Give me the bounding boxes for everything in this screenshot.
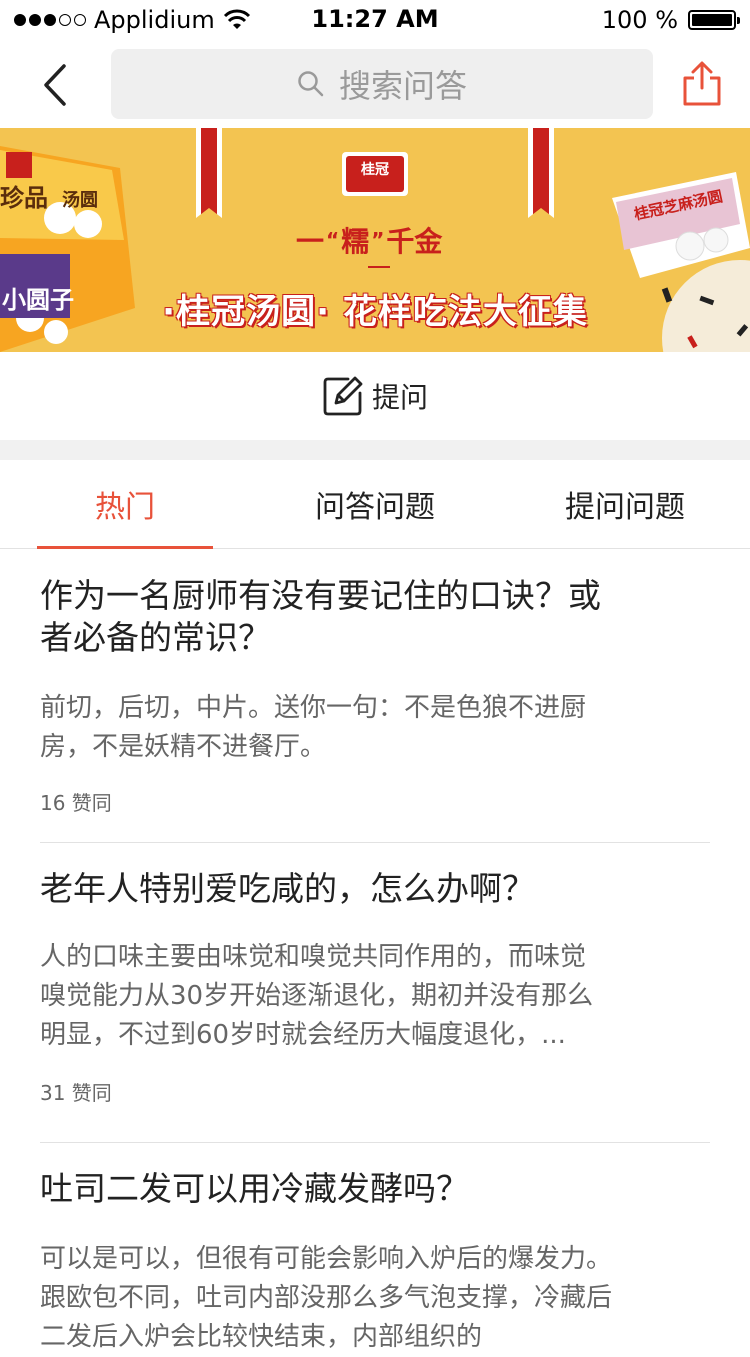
edit-icon xyxy=(323,376,363,416)
left-package-text-3: 小圆子 xyxy=(2,286,74,314)
like-count: 16 赞同 xyxy=(40,791,112,815)
brand-logo-text: 桂冠 xyxy=(361,162,389,178)
tab-asked-questions[interactable]: 提问问题 xyxy=(537,460,713,548)
slogan-prefix: 一 xyxy=(296,225,325,258)
promo-banner[interactable]: 桂冠 一 “ 糯 ” 千金 ·桂冠汤圆· 花样吃法大征集 珍品 汤圆 小圆子 桂… xyxy=(0,128,750,352)
answer-excerpt: 前切，后切，中片。送你一句：不是色狼不进厨 房，不是妖精不进餐厅。 xyxy=(40,693,587,762)
question-title: 吐司二发可以用冷藏发酵吗？ xyxy=(40,1169,469,1208)
answer-excerpt: 人的口味主要由味觉和嗅觉共同作用的，而味觉 嗅觉能力从30岁开始逐渐退化，期初并… xyxy=(40,942,594,1050)
chevron-left-icon[interactable] xyxy=(30,60,80,110)
list-item[interactable]: 老年人特别爱吃咸的，怎么办啊？ 人的口味主要由味觉和嗅觉共同作用的，而味觉 嗅觉… xyxy=(40,868,710,1106)
answer-excerpt: 可以是可以，但很有可能会影响入炉后的爆发力。 跟欧包不同，吐司内部没那么多气泡支… xyxy=(40,1244,613,1352)
divider xyxy=(40,1142,710,1143)
like-count: 31 赞同 xyxy=(40,1081,112,1105)
tab-hot[interactable]: 热门 xyxy=(37,460,213,548)
battery-icon xyxy=(688,10,740,30)
slogan-suffix: 千金 xyxy=(386,225,443,258)
search-input[interactable]: 搜索问答 xyxy=(111,49,653,119)
left-package-text-2: 汤圆 xyxy=(62,190,98,211)
ask-label: 提问 xyxy=(371,381,428,414)
divider xyxy=(40,842,710,843)
slogan-underline xyxy=(368,266,390,268)
banner-headline: ·桂冠汤圆· 花样吃法大征集 xyxy=(162,292,588,332)
status-right: 100 % xyxy=(601,6,740,34)
slogan-quote: 糯 xyxy=(341,225,370,258)
section-gap xyxy=(0,440,750,460)
tab-answered-questions[interactable]: 问答问题 xyxy=(287,460,463,548)
tab-active-indicator xyxy=(37,546,213,549)
ask-question-button[interactable]: 提问 xyxy=(0,352,750,440)
question-title: 老年人特别爱吃咸的，怎么办啊？ xyxy=(40,869,535,908)
decorative-plate xyxy=(661,260,750,352)
share-icon[interactable] xyxy=(680,60,724,108)
banner-slogan: 一 “ 糯 ” 千金 xyxy=(296,220,442,260)
question-title: 作为一名厨师有没有要记住的口诀？或 者必备的常识？ xyxy=(40,576,601,657)
search-icon xyxy=(298,71,324,97)
list-item[interactable]: 作为一名厨师有没有要记住的口诀？或 者必备的常识？ 前切，后切，中片。送你一句：… xyxy=(40,575,710,816)
search-placeholder: 搜索问答 xyxy=(338,67,467,105)
left-package-text-1: 珍品 xyxy=(0,184,48,212)
status-bar: Applidium 11:27 AM 100 % xyxy=(0,0,750,40)
nav-bar: 搜索问答 xyxy=(0,40,750,128)
battery-percent: 100 % xyxy=(601,6,678,34)
left-product-package xyxy=(0,146,135,352)
tab-bar: 热门 问答问题 提问问题 xyxy=(0,460,750,549)
list-item[interactable]: 吐司二发可以用冷藏发酵吗？ 可以是可以，但很有可能会影响入炉后的爆发力。 跟欧包… xyxy=(40,1168,710,1357)
